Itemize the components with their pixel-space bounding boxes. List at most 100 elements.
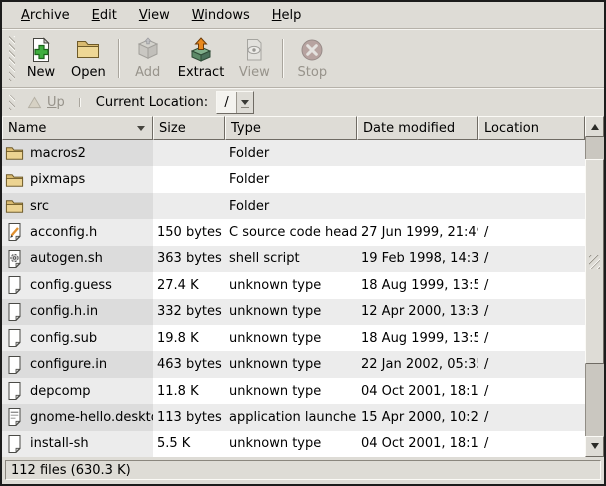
cell-type: shell script [225, 246, 357, 272]
file-name: configure.in [30, 357, 107, 372]
scrollbar-track[interactable] [585, 137, 604, 436]
cell-name: config.guess [2, 272, 153, 298]
cell-date-modified: 04 Oct 2001, 18:12 [357, 378, 478, 404]
table-row[interactable]: pixmapsFolder [2, 166, 585, 192]
column-header-date-modified[interactable]: Date modified [357, 116, 478, 140]
stop-button[interactable]: Stop [289, 35, 335, 82]
file-name: pixmaps [30, 172, 85, 187]
scroll-up-icon [591, 120, 599, 130]
cell-location: / [478, 272, 585, 298]
table-row[interactable]: depcomp11.8 Kunknown type04 Oct 2001, 18… [2, 378, 585, 404]
cell-type: Folder [225, 193, 357, 219]
scrollbar-up-button[interactable] [585, 116, 604, 137]
scrollbar-thumb[interactable] [585, 159, 604, 364]
column-header-size[interactable]: Size [153, 116, 225, 140]
cell-name: gnome-hello.desktop [2, 404, 153, 430]
cell-date-modified [357, 140, 478, 166]
combo-dropdown-icon[interactable] [237, 92, 253, 113]
column-header-type[interactable]: Type [225, 116, 357, 140]
menu-windows[interactable]: Windows [181, 5, 261, 26]
cell-type: Folder [225, 140, 357, 166]
table-row[interactable]: acconfig.h150 bytesC source code header2… [2, 219, 585, 245]
cell-name: src [2, 193, 153, 219]
add-button[interactable]: Add [125, 35, 171, 82]
cell-location: / [478, 246, 585, 272]
scrollbar-down-button[interactable] [585, 436, 604, 457]
file-name: gnome-hello.desktop [30, 410, 153, 425]
folder-icon [5, 196, 24, 216]
text-file-icon [5, 434, 24, 454]
cell-location: / [478, 325, 585, 351]
text-file-icon [5, 275, 24, 295]
cell-location: / [478, 219, 585, 245]
table-row[interactable]: src Folder [2, 193, 585, 219]
menu-view[interactable]: View [128, 5, 181, 26]
stop-icon [299, 37, 325, 63]
cell-location [478, 193, 585, 219]
cell-size: 150 bytes [153, 219, 225, 245]
table-row[interactable]: config.h.in332 bytesunknown type12 Apr 2… [2, 299, 585, 325]
cell-name: config.sub [2, 325, 153, 351]
toolbar-grip-handle[interactable] [9, 36, 15, 81]
table-row[interactable]: config.sub19.8 Kunknown type18 Aug 1999,… [2, 325, 585, 351]
extract-icon [188, 37, 214, 63]
column-header-label: Size [159, 121, 186, 136]
toolbar-button-label: Extract [178, 65, 225, 80]
column-header-name[interactable]: Name [2, 116, 153, 140]
text-file-icon [5, 355, 24, 375]
c-source-icon [5, 222, 24, 242]
table-row[interactable]: autogen.sh363 bytesshell script19 Feb 19… [2, 246, 585, 272]
cell-name: configure.in [2, 351, 153, 377]
column-header-label: Name [8, 121, 46, 136]
cell-size [153, 140, 225, 166]
cell-date-modified: 04 Oct 2001, 18:12 [357, 431, 478, 457]
table-row[interactable]: configure.in463 bytesunknown type22 Jan … [2, 351, 585, 377]
column-header-label: Date modified [363, 121, 455, 136]
cell-location: / [478, 404, 585, 430]
vertical-scrollbar[interactable] [585, 116, 604, 457]
cell-name: install-sh [2, 431, 153, 457]
open-button[interactable]: Open [64, 35, 113, 82]
cell-date-modified: 18 Aug 1999, 13:53 [357, 272, 478, 298]
cell-type: unknown type [225, 431, 357, 457]
cell-type: application launcher [225, 404, 357, 430]
toolbar-button-label: New [27, 65, 55, 80]
cell-date-modified: 18 Aug 1999, 13:53 [357, 325, 478, 351]
toolbar-button-label: View [239, 65, 270, 80]
location-combo[interactable]: / [216, 91, 254, 114]
new-archive-icon [28, 37, 54, 63]
menu-archive[interactable]: Archive [10, 5, 81, 26]
table-row[interactable]: macros2Folder [2, 140, 585, 166]
cell-type: unknown type [225, 378, 357, 404]
table-body: macros2FolderpixmapsFoldersrcFolderaccon… [2, 140, 585, 457]
toolbar-group-separator [118, 39, 120, 78]
location-combo-value: / [217, 92, 237, 113]
cell-size [153, 166, 225, 192]
cell-type: unknown type [225, 351, 357, 377]
file-name: depcomp [30, 384, 91, 399]
cell-name: config.h.in [2, 299, 153, 325]
up-button[interactable]: Up [18, 93, 74, 112]
extract-button[interactable]: Extract [171, 35, 232, 82]
view-button[interactable]: View [231, 35, 277, 82]
table-row[interactable]: gnome-hello.desktop113 bytesapplication … [2, 404, 585, 430]
menu-edit[interactable]: Edit [81, 5, 128, 26]
cell-size: 332 bytes [153, 299, 225, 325]
cell-type: unknown type [225, 325, 357, 351]
cell-date-modified [357, 166, 478, 192]
locationbar-grip-handle[interactable] [9, 95, 15, 110]
column-header-label: Type [231, 121, 261, 136]
up-arrow-icon [27, 96, 42, 109]
table-row[interactable]: install-sh5.5 Kunknown type04 Oct 2001, … [2, 431, 585, 457]
column-header-location[interactable]: Location [478, 116, 585, 140]
table-row[interactable]: config.guess27.4 Kunknown type18 Aug 199… [2, 272, 585, 298]
cell-date-modified: 12 Apr 2000, 13:36 [357, 299, 478, 325]
status-frame: 112 files (630.3 K) [5, 460, 601, 480]
status-bar: 112 files (630.3 K) [2, 457, 604, 484]
menu-help[interactable]: Help [261, 5, 313, 26]
cell-date-modified: 22 Jan 2002, 05:35 [357, 351, 478, 377]
current-location-label: Current Location: [96, 95, 208, 110]
toolbar-button-label: Open [71, 65, 106, 80]
location-bar: Up Current Location: / [2, 89, 604, 116]
new-button[interactable]: New [18, 35, 64, 82]
